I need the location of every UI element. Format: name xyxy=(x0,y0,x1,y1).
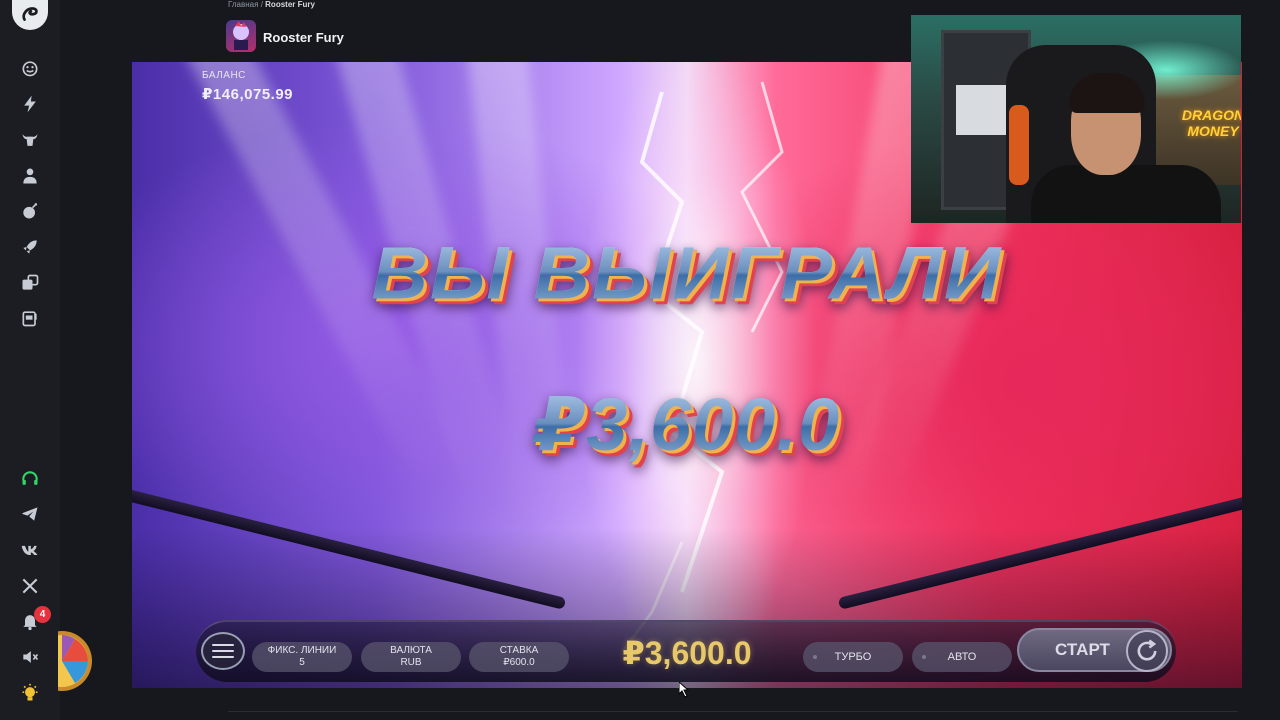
nav-slot-machine-icon[interactable] xyxy=(19,307,41,329)
nav-dice-icon[interactable] xyxy=(19,272,41,294)
auto-toggle[interactable]: АВТО xyxy=(912,642,1012,672)
webcam-chair-accent xyxy=(1009,105,1029,185)
streamer-webcam: DRAGON MONEY xyxy=(911,15,1241,223)
sidebar: 4 xyxy=(0,0,60,720)
site-logo[interactable] xyxy=(12,0,48,30)
currency-value: RUB xyxy=(400,657,422,668)
auto-label: АВТО xyxy=(947,651,977,663)
game-thumbnail xyxy=(226,20,256,52)
bonus-wheel-icon[interactable] xyxy=(58,628,94,694)
breadcrumb-separator: / xyxy=(260,0,263,9)
hamburger-icon xyxy=(212,650,234,652)
game-menu-button[interactable] xyxy=(201,632,245,670)
turbo-label: ТУРБО xyxy=(834,651,872,663)
bet-selector[interactable]: СТАВКА ₽600.0 xyxy=(469,642,569,672)
win-title: ВЫ ВЫИГРАЛИ xyxy=(132,230,1242,316)
currency-label: ВАЛЮТА xyxy=(390,645,432,656)
support-headset-icon[interactable] xyxy=(19,468,41,490)
theme-lightbulb-icon[interactable] xyxy=(19,682,41,704)
fixed-lines-label: ФИКС. ЛИНИИ xyxy=(267,645,337,656)
nav-bull-icon[interactable] xyxy=(19,129,41,151)
nav-user-icon[interactable] xyxy=(19,165,41,187)
hamburger-icon xyxy=(212,644,234,646)
currency-display: ВАЛЮТА RUB xyxy=(361,642,461,672)
balance-label: БАЛАНС xyxy=(202,70,246,81)
telegram-icon[interactable] xyxy=(19,503,41,525)
webcam-person-body xyxy=(1031,165,1221,223)
mouse-cursor-icon xyxy=(679,682,690,698)
balance-value: ₽146,075.99 xyxy=(202,86,294,103)
webcam-neon-sign: DRAGON MONEY xyxy=(1181,107,1241,139)
breadcrumb-current: Rooster Fury xyxy=(265,0,315,9)
logo-icon xyxy=(22,7,38,21)
footer-divider xyxy=(228,711,1238,712)
breadcrumb-home[interactable]: Главная xyxy=(228,0,258,9)
x-twitter-icon[interactable] xyxy=(19,575,41,597)
auto-indicator xyxy=(922,655,926,659)
sound-off-icon[interactable] xyxy=(19,646,41,668)
app-page: 4 Главная / Rooster Fury Rooster Fury БА… xyxy=(0,0,1280,720)
bet-value: ₽600.0 xyxy=(503,657,535,668)
turbo-toggle[interactable]: ТУРБО xyxy=(803,642,903,672)
hamburger-icon xyxy=(212,656,234,658)
win-amount: ₽3,600.0 xyxy=(132,382,1242,468)
turbo-indicator xyxy=(813,655,817,659)
breadcrumb: Главная / Rooster Fury xyxy=(228,0,315,9)
fixed-lines-value: 5 xyxy=(299,657,305,668)
nav-smile-icon[interactable] xyxy=(19,57,41,79)
fixed-lines-display: ФИКС. ЛИНИИ 5 xyxy=(252,642,352,672)
nav-rocket-icon[interactable] xyxy=(19,236,41,258)
spin-refresh-icon[interactable] xyxy=(1126,630,1168,672)
game-title: Rooster Fury xyxy=(263,30,344,45)
total-win-display: ₽3,600.0 xyxy=(622,635,752,671)
nav-bomb-icon[interactable] xyxy=(19,200,41,222)
notification-badge: 4 xyxy=(34,606,51,623)
nav-lightning-icon[interactable] xyxy=(19,93,41,115)
start-label: СТАРТ xyxy=(1055,640,1110,659)
bet-label: СТАВКА xyxy=(499,645,539,656)
vk-icon[interactable] xyxy=(19,539,41,561)
